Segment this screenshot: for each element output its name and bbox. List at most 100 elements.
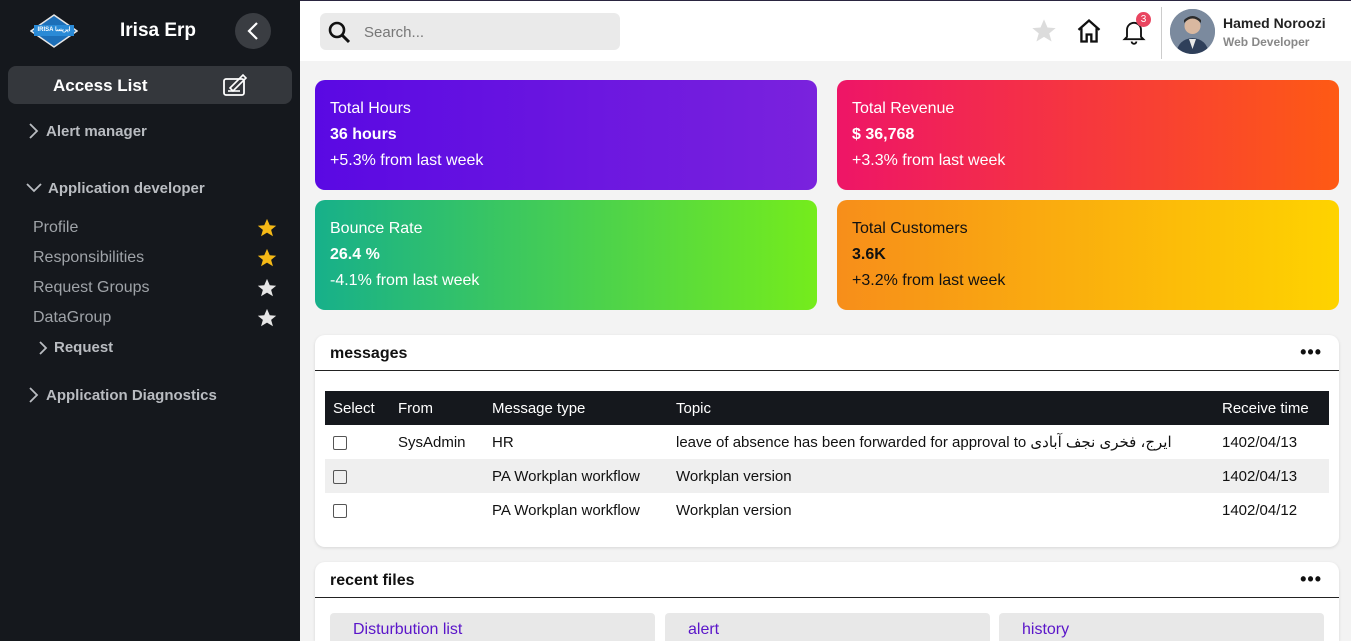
table-row[interactable]: PA Workplan workflow Workplan version 14… — [325, 459, 1329, 493]
column-header-message-type[interactable]: Message type — [484, 391, 668, 425]
user-name: Hamed Noroozi — [1223, 15, 1326, 31]
chevron-left-icon — [247, 22, 258, 40]
signature-edit-icon[interactable] — [221, 71, 249, 99]
notification-badge: 3 — [1136, 12, 1151, 27]
access-list-bar[interactable]: Access List — [8, 66, 292, 104]
file-tile-history[interactable]: history — [999, 613, 1324, 641]
column-header-receive-time[interactable]: Receive time — [1214, 391, 1329, 425]
favorite-star-icon[interactable] — [256, 307, 278, 329]
sidebar-item-datagroup[interactable]: DataGroup — [33, 307, 278, 329]
chevron-right-icon — [29, 387, 39, 403]
chevron-down-icon — [26, 183, 42, 193]
search-input[interactable] — [364, 21, 604, 43]
recent-files-panel: recent files ••• Disturbution list alert… — [315, 562, 1339, 641]
user-role: Web Developer — [1223, 35, 1310, 49]
file-tile-alert[interactable]: alert — [665, 613, 990, 641]
topic-cell: Workplan version — [668, 459, 1214, 493]
stat-value: 36 hours — [330, 126, 397, 143]
stat-card-bounce-rate: Bounce Rate 26.4 % -4.1% from last week — [315, 200, 817, 310]
sidebar-item-label: Profile — [33, 219, 79, 236]
row-checkbox[interactable] — [333, 469, 347, 484]
top-bar: 3 Hamed Noroozi Web Developer — [300, 0, 1351, 61]
home-icon[interactable] — [1075, 17, 1103, 45]
stat-change: -4.1% from last week — [330, 272, 480, 289]
nav-subgroup-request[interactable]: Request — [38, 339, 113, 356]
table-row[interactable]: SysAdmin HR leave of absence has been fo… — [325, 425, 1329, 459]
table-header-row: Select From Message type Topic Receive t… — [325, 391, 1329, 425]
search-box[interactable] — [320, 13, 620, 50]
recent-files-title: recent files — [330, 572, 415, 589]
row-checkbox[interactable] — [333, 435, 347, 450]
favorites-star-icon[interactable] — [1030, 17, 1058, 45]
logo-text: IRISA ایریسا — [37, 27, 71, 33]
stat-card-total-revenue: Total Revenue $ 36,768 +3.3% from last w… — [837, 80, 1339, 190]
favorite-star-icon[interactable] — [256, 217, 278, 239]
nav-group-label: Alert manager — [46, 122, 147, 140]
time-cell: 1402/04/13 — [1214, 459, 1329, 493]
column-header-select[interactable]: Select — [325, 391, 390, 425]
avatar[interactable] — [1170, 9, 1215, 54]
favorite-star-icon[interactable] — [256, 247, 278, 269]
panel-divider — [315, 597, 1339, 598]
stat-title: Total Revenue — [852, 100, 955, 117]
nav-group-application-developer[interactable]: Application developer — [26, 179, 205, 197]
more-options-icon[interactable]: ••• — [1300, 343, 1322, 361]
select-cell — [325, 425, 390, 459]
sidebar-item-request-groups[interactable]: Request Groups — [33, 277, 278, 299]
table-row[interactable]: PA Workplan workflow Workplan version 14… — [325, 493, 1329, 527]
time-cell: 1402/04/12 — [1222, 501, 1298, 519]
stat-title: Total Hours — [330, 100, 411, 117]
stat-change: +3.2% from last week — [852, 272, 1006, 289]
chevron-right-icon — [39, 340, 48, 355]
app-name: Irisa Erp — [120, 20, 197, 41]
nav-subgroup-label: Request — [54, 339, 114, 356]
stat-change: +5.3% from last week — [330, 152, 484, 169]
irisa-logo: IRISA ایریسا — [29, 14, 79, 48]
column-header-topic[interactable]: Topic — [668, 391, 1214, 425]
stat-title: Bounce Rate — [330, 220, 423, 237]
nav-group-label: Application Diagnostics — [46, 386, 217, 404]
stat-card-total-hours: Total Hours 36 hours +5.3% from last wee… — [315, 80, 817, 190]
header-divider — [1161, 7, 1162, 59]
row-checkbox[interactable] — [333, 503, 347, 518]
from-cell: SysAdmin — [398, 433, 466, 451]
sidebar-item-label: Request Groups — [33, 279, 150, 296]
nav-group-application-diagnostics[interactable]: Application Diagnostics — [26, 386, 217, 404]
panel-divider — [315, 370, 1339, 371]
messages-table: Select From Message type Topic Receive t… — [325, 391, 1329, 527]
sidebar-item-label: Responsibilities — [33, 249, 145, 266]
stat-value: $ 36,768 — [852, 126, 915, 143]
user-avatar-icon — [1170, 9, 1215, 54]
collapse-sidebar-button[interactable] — [235, 13, 271, 49]
type-cell: PA Workplan workflow — [492, 501, 640, 519]
topic-cell: leave of absence has been forwarded for … — [676, 434, 1172, 451]
nav-group-label: Application developer — [48, 179, 205, 197]
type-cell: HR — [492, 433, 514, 451]
from-cell — [390, 459, 484, 493]
stat-card-total-customers: Total Customers 3.6K +3.2% from last wee… — [837, 200, 1339, 310]
file-tile-disturbution-list[interactable]: Disturbution list — [330, 613, 655, 641]
stat-value: 26.4 % — [330, 246, 380, 263]
select-cell — [325, 493, 390, 527]
type-cell: PA Workplan workflow — [484, 459, 668, 493]
sidebar-item-responsibilities[interactable]: Responsibilities — [33, 247, 278, 269]
sidebar: IRISA ایریسا Irisa Erp Access List Alert… — [0, 0, 300, 641]
sidebar-item-label: DataGroup — [33, 309, 112, 326]
from-cell — [390, 493, 484, 527]
favorite-star-icon[interactable] — [256, 277, 278, 299]
messages-title: messages — [330, 345, 408, 362]
topic-cell: Workplan version — [676, 501, 792, 519]
stat-change: +3.3% from last week — [852, 152, 1006, 169]
nav-group-alert-manager[interactable]: Alert manager — [26, 122, 147, 140]
select-cell — [325, 459, 390, 493]
messages-panel: messages ••• Select From Message type To… — [315, 335, 1339, 547]
stat-title: Total Customers — [852, 220, 968, 237]
stat-value: 3.6K — [852, 246, 886, 263]
more-options-icon[interactable]: ••• — [1300, 570, 1322, 588]
chevron-right-icon — [29, 123, 39, 139]
access-list-label: Access List — [53, 76, 148, 95]
time-cell: 1402/04/13 — [1222, 433, 1298, 451]
sidebar-item-profile[interactable]: Profile — [33, 217, 278, 239]
column-header-from[interactable]: From — [390, 391, 484, 425]
search-icon — [328, 21, 351, 44]
